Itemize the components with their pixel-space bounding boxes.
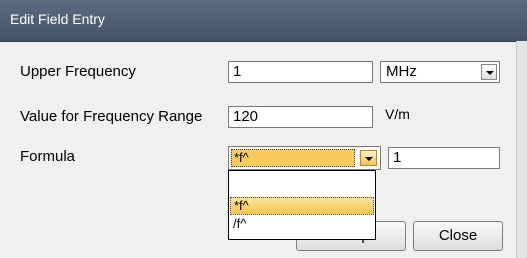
frequency-unit-value: MHz bbox=[386, 63, 417, 80]
formula-exponent-input[interactable]: 1 bbox=[388, 147, 500, 169]
value-frequency-range-input[interactable]: 120 bbox=[228, 106, 373, 128]
chevron-down-icon[interactable] bbox=[481, 64, 497, 80]
close-button[interactable]: Close bbox=[413, 221, 503, 251]
formula-operator-dropdown-list: *f^ /f^ bbox=[228, 170, 376, 240]
title-bar: Edit Field Entry bbox=[0, 0, 527, 42]
dropdown-option-multiply[interactable]: *f^ bbox=[230, 197, 374, 215]
chevron-down-icon[interactable] bbox=[360, 150, 377, 166]
formula-label: Formula bbox=[20, 148, 76, 165]
window-title: Edit Field Entry bbox=[10, 11, 105, 27]
formula-operator-value: *f^ bbox=[231, 149, 355, 167]
formula-operator-select[interactable]: *f^ bbox=[228, 146, 381, 170]
dropdown-option-empty[interactable] bbox=[230, 179, 374, 197]
value-unit-label: V/m bbox=[385, 106, 410, 122]
value-frequency-range-label: Value for Frequency Range bbox=[20, 108, 203, 125]
upper-frequency-label: Upper Frequency bbox=[20, 63, 136, 80]
frequency-unit-select[interactable]: MHz bbox=[380, 61, 500, 83]
dropdown-option-divide[interactable]: /f^ bbox=[230, 216, 374, 234]
edit-field-entry-dialog: Edit Field Entry Upper Frequency 1 MHz V… bbox=[0, 0, 527, 258]
upper-frequency-input[interactable]: 1 bbox=[228, 61, 373, 83]
window-right-edge bbox=[516, 41, 527, 258]
